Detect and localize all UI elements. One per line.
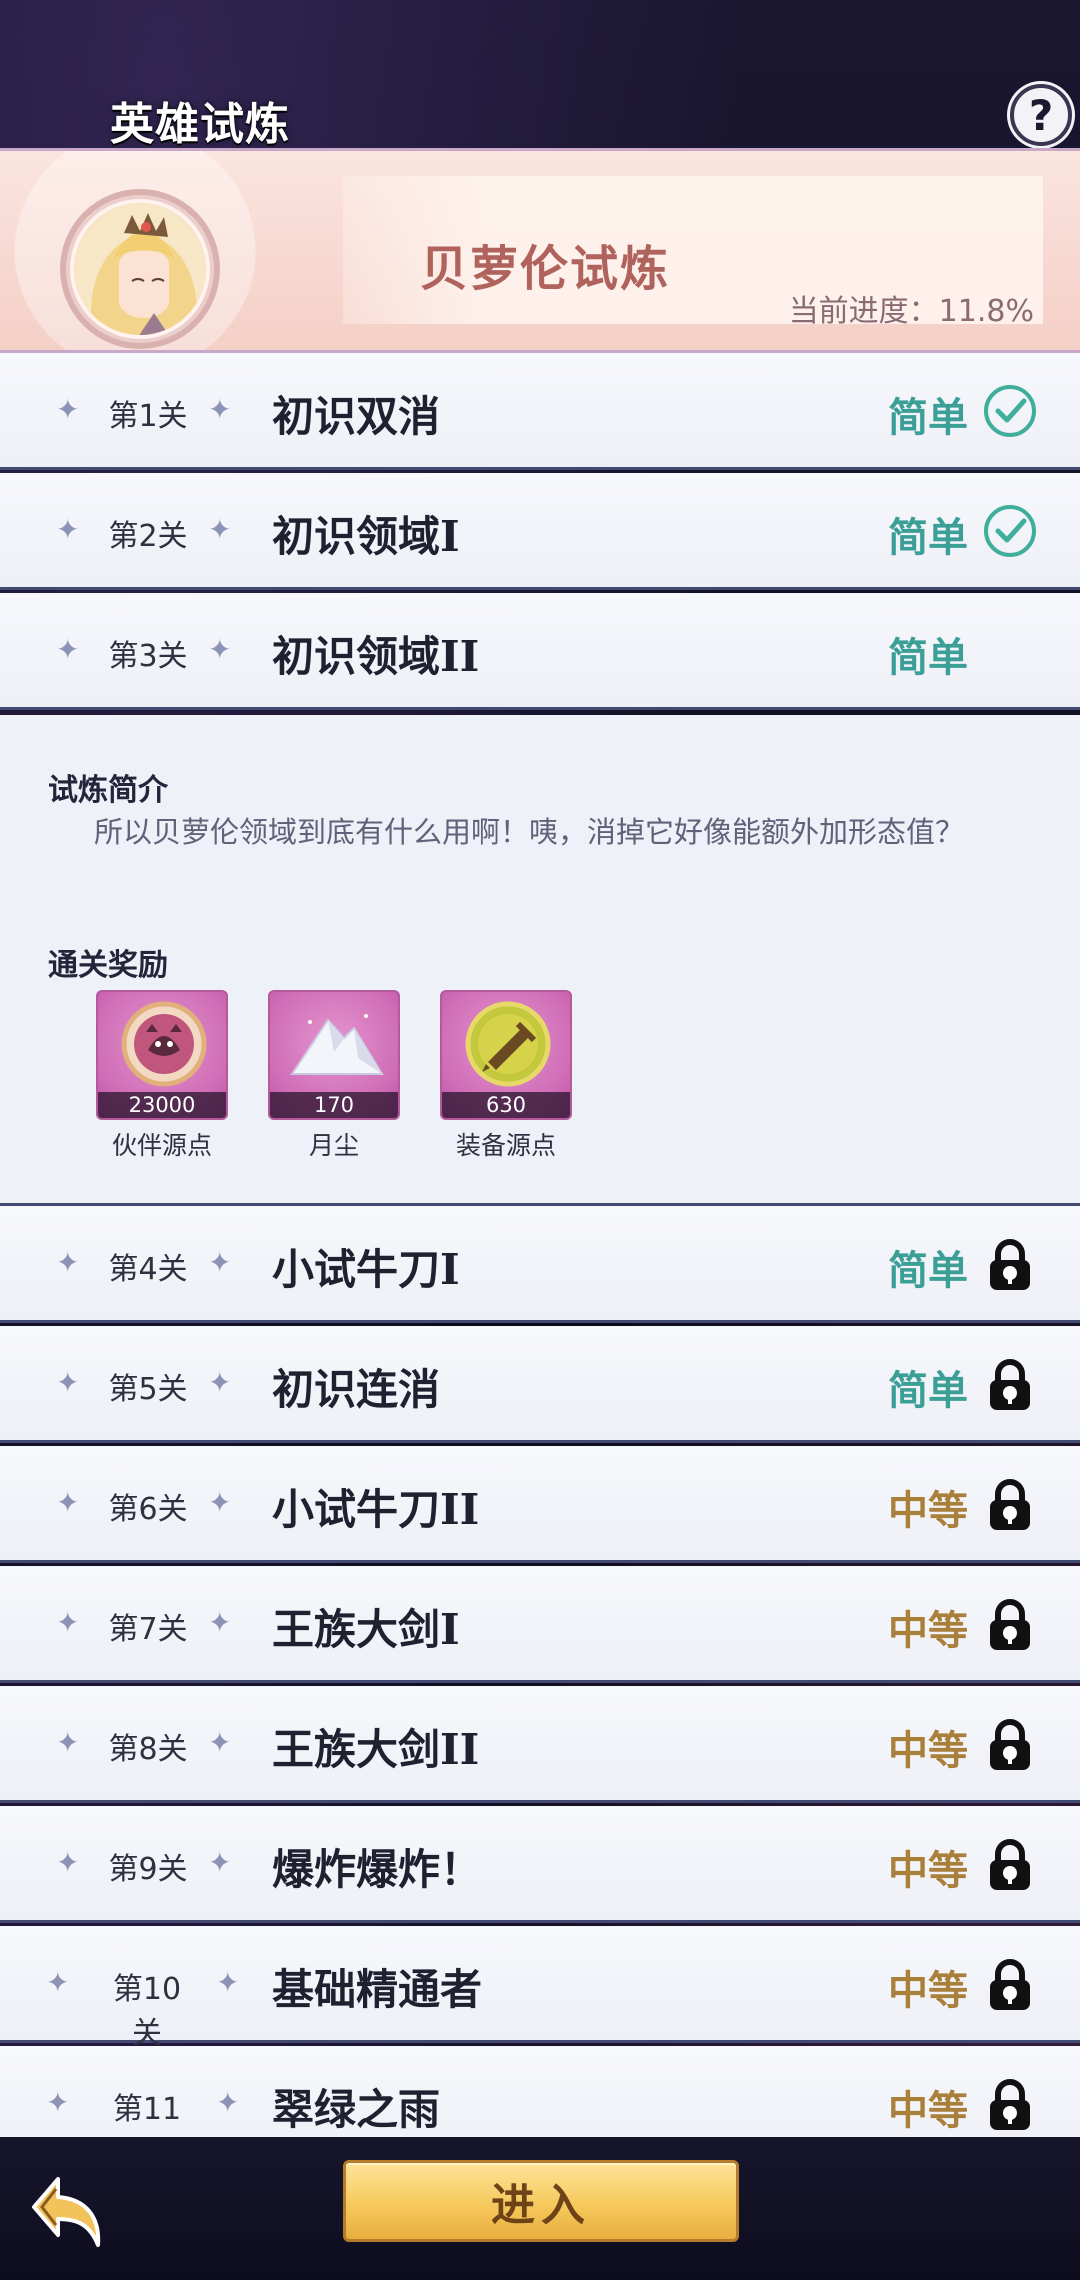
star-icon: ✦	[46, 2086, 70, 2119]
star-icon: ✦	[56, 1846, 80, 1879]
level-row[interactable]: ✦ 第2关 ✦ 初识领域I 简单	[0, 473, 1080, 590]
difficulty-label: 中等	[888, 1607, 968, 1654]
star-icon: ✦	[216, 2086, 240, 2119]
lock-icon	[982, 1956, 1038, 2012]
partner-source-icon	[121, 1001, 207, 1087]
star-icon: ✦	[216, 1966, 240, 1999]
difficulty-label: 中等	[888, 1967, 968, 2014]
difficulty-label: 简单	[888, 1367, 968, 1414]
level-name: 王族大剑I	[272, 1605, 460, 1654]
lock-icon	[982, 1476, 1038, 1532]
reward-title: 通关奖励	[48, 948, 168, 983]
help-button[interactable]: ?	[1010, 84, 1072, 146]
reward-item[interactable]: 170 月尘	[268, 990, 400, 1162]
check-icon	[982, 503, 1038, 559]
stage-number: 第10关	[112, 1972, 182, 2051]
stage-number: 第9关	[108, 1852, 188, 1887]
star-icon: ✦	[56, 393, 80, 426]
trial-name: 贝萝伦试炼	[420, 241, 671, 297]
lock-icon	[982, 2076, 1038, 2132]
level-row[interactable]: ✦ 第3关 ✦ 初识领域II 简单	[0, 593, 1080, 710]
star-icon: ✦	[56, 1246, 80, 1279]
lock-icon	[982, 1596, 1038, 1652]
level-name: 爆炸爆炸！	[272, 1845, 483, 1894]
reward-item[interactable]: 630 装备源点	[440, 990, 572, 1162]
star-icon: ✦	[208, 1366, 232, 1399]
reward-label: 伙伴源点	[111, 1131, 212, 1160]
lock-icon	[982, 1836, 1038, 1892]
reward-count: 170	[270, 1092, 398, 1118]
equipment-source-icon	[465, 1001, 551, 1087]
level-row[interactable]: ✦ 第10关 ✦ 基础精通者 中等	[0, 1926, 1080, 2051]
level-name: 初识连消	[272, 1365, 441, 1414]
star-icon: ✦	[56, 1606, 80, 1639]
star-icon: ✦	[56, 1486, 80, 1519]
level-row[interactable]: ✦ 第6关 ✦ 小试牛刀II 中等	[0, 1446, 1080, 1563]
star-icon: ✦	[56, 633, 80, 666]
star-icon: ✦	[208, 1246, 232, 1279]
star-icon: ✦	[56, 1726, 80, 1759]
level-name: 基础精通者	[272, 1965, 483, 2014]
stage-number: 第5关	[108, 1372, 188, 1407]
back-arrow-icon	[32, 2177, 101, 2247]
star-icon: ✦	[56, 1366, 80, 1399]
stage-number: 第4关	[108, 1252, 188, 1287]
reward-label: 装备源点	[455, 1131, 556, 1160]
stage-number: 第1关	[108, 399, 188, 434]
level-name: 王族大剑II	[272, 1725, 480, 1774]
level-row[interactable]: ✦ 第1关 ✦ 初识双消 简单	[0, 353, 1080, 470]
level-name: 小试牛刀I	[272, 1245, 460, 1294]
level-name: 初识领域II	[272, 632, 480, 681]
difficulty-label: 简单	[888, 1247, 968, 1294]
star-icon: ✦	[208, 1486, 232, 1519]
back-button[interactable]	[28, 2165, 118, 2255]
level-row[interactable]: ✦ 第8关 ✦ 王族大剑II 中等	[0, 1686, 1080, 1803]
avatar	[70, 199, 210, 339]
reward-count: 23000	[98, 1092, 226, 1118]
trial-progress: 当前进度：11.8%	[788, 294, 1034, 329]
intro-title: 试炼简介	[48, 773, 168, 808]
difficulty-label: 简单	[888, 514, 968, 561]
stage-number: 第2关	[108, 519, 188, 554]
level-row[interactable]: ✦ 第4关 ✦ 小试牛刀I 简单	[0, 1206, 1080, 1323]
stage-number: 第8关	[108, 1732, 188, 1767]
stage-number: 第6关	[108, 1492, 188, 1527]
difficulty-label: 简单	[888, 394, 968, 441]
lock-icon	[982, 1236, 1038, 1292]
moon-dust-icon	[290, 1014, 384, 1075]
reward-count: 630	[442, 1092, 570, 1118]
stage-number: 第3关	[108, 639, 188, 674]
hero-banner: 贝萝伦试炼 当前进度：11.8%	[0, 148, 1080, 353]
enter-button[interactable]: 进入	[343, 2160, 739, 2242]
star-icon: ✦	[208, 393, 232, 426]
intro-text: 所以贝萝伦领域到底有什么用啊！咦，消掉它好像能额外加形态值？	[94, 815, 965, 849]
star-icon: ✦	[208, 1846, 232, 1879]
level-name: 小试牛刀II	[272, 1485, 480, 1534]
lock-icon	[982, 1716, 1038, 1772]
level-row[interactable]: ✦ 第5关 ✦ 初识连消 简单	[0, 1326, 1080, 1443]
difficulty-label: 中等	[888, 1727, 968, 1774]
stage-number: 第7关	[108, 1612, 188, 1647]
lock-icon	[982, 1356, 1038, 1412]
star-icon: ✦	[208, 513, 232, 546]
reward-label: 月尘	[308, 1131, 359, 1160]
check-icon	[982, 383, 1038, 439]
difficulty-label: 中等	[888, 1487, 968, 1534]
level-row[interactable]: ✦ 第7关 ✦ 王族大剑I 中等	[0, 1566, 1080, 1683]
star-icon: ✦	[208, 1726, 232, 1759]
level-name: 翠绿之雨	[272, 2085, 441, 2134]
level-name: 初识领域I	[272, 512, 460, 561]
difficulty-label: 简单	[888, 634, 968, 681]
star-icon: ✦	[56, 513, 80, 546]
level-name: 初识双消	[272, 392, 441, 441]
difficulty-label: 中等	[888, 1847, 968, 1894]
page-title: 英雄试炼	[110, 99, 290, 150]
star-icon: ✦	[46, 1966, 70, 1999]
difficulty-label: 中等	[888, 2087, 968, 2134]
level-detail-panel: 试炼简介 所以贝萝伦领域到底有什么用啊！咦，消掉它好像能额外加形态值？ 通关奖励…	[0, 715, 1080, 1206]
star-icon: ✦	[208, 1606, 232, 1639]
star-icon: ✦	[208, 633, 232, 666]
reward-item[interactable]: 23000 伙伴源点	[96, 990, 228, 1162]
level-row[interactable]: ✦ 第9关 ✦ 爆炸爆炸！ 中等	[0, 1806, 1080, 1923]
